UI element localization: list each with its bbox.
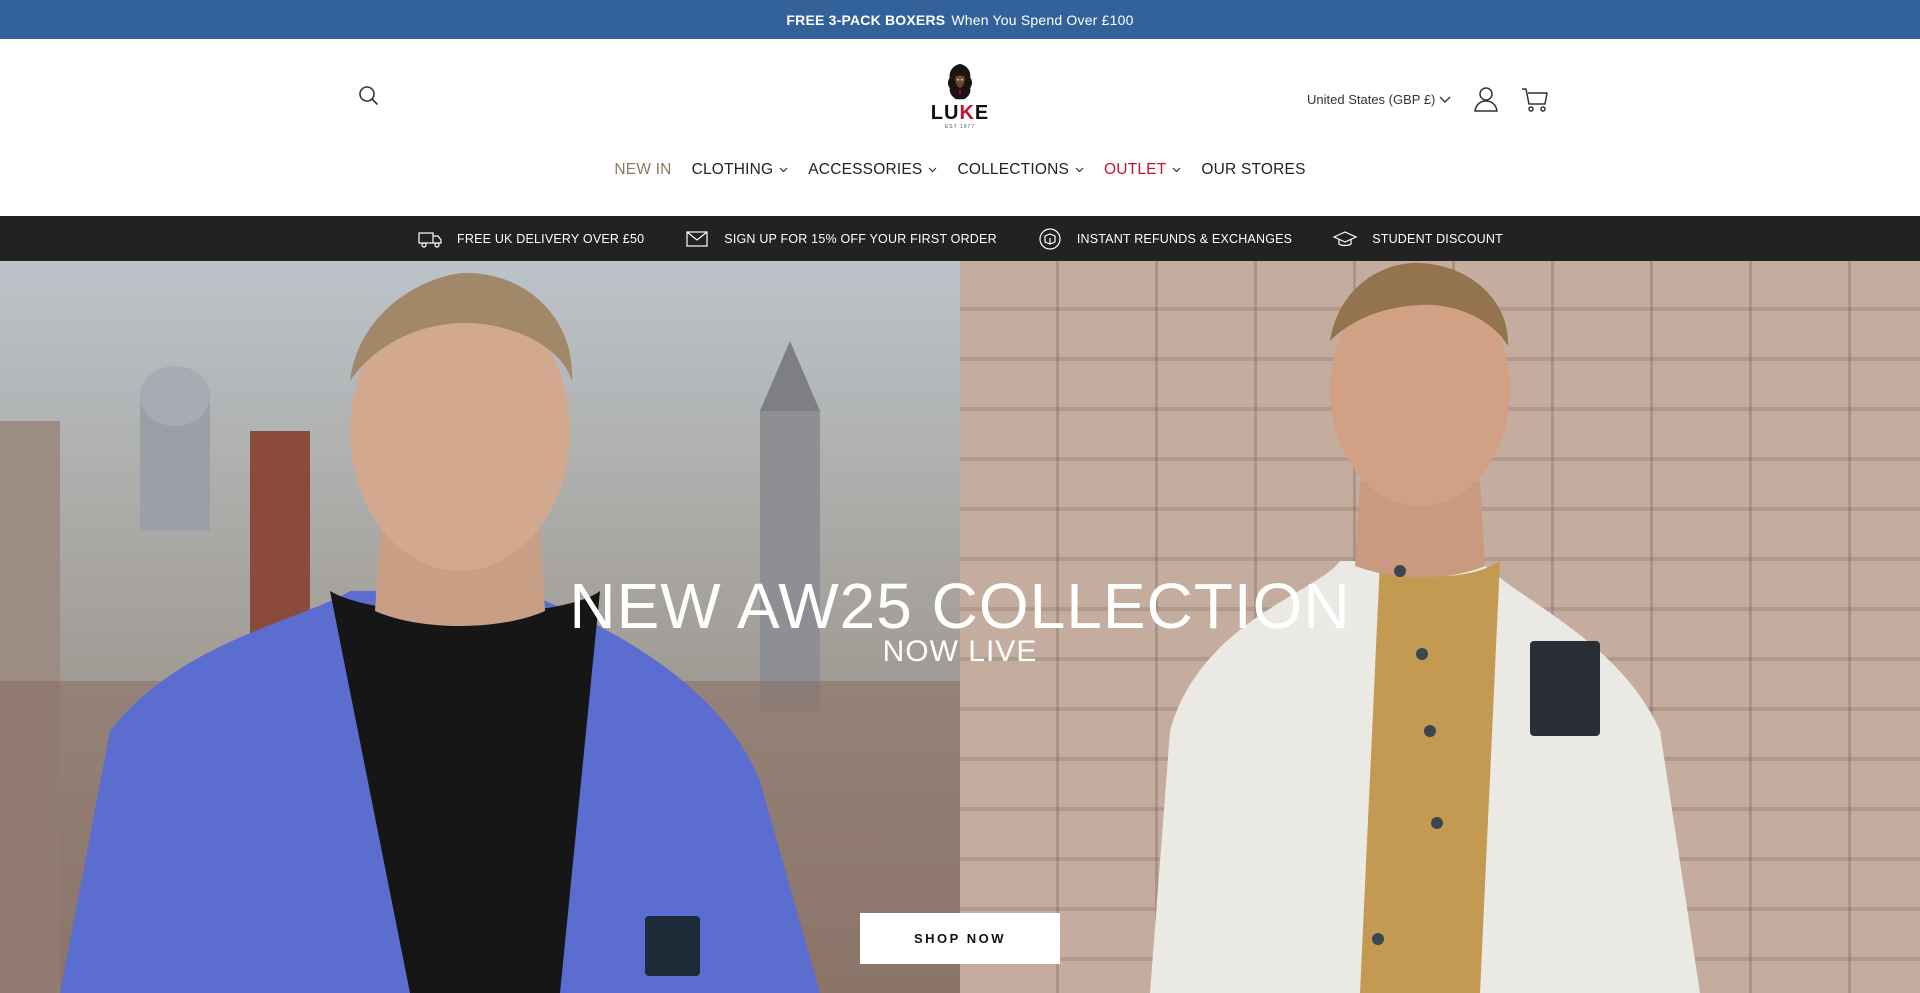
logo-wordmark-part: E [974,102,990,124]
logo-tagline: EST 1977 [944,124,976,130]
chevron-down-icon [779,167,788,173]
hero-subtitle: NOW LIVE [882,635,1038,668]
main-navigation: NEW IN CLOTHING ACCESSORIES COLLECTIONS … [0,161,1920,179]
announcement-bar[interactable]: FREE 3-PACK BOXERS When You Spend Over £… [0,0,1920,39]
chevron-down-icon [929,167,937,173]
announcement-text: When You Spend Over £100 [951,11,1134,28]
hero-title: NEW AW25 COLLECTION [569,570,1351,642]
nav-item-clothing[interactable]: CLOTHING [692,161,789,179]
user-icon [1474,87,1498,112]
search-button[interactable] [356,83,382,109]
shop-now-button[interactable]: SHOP NOW [860,913,1060,964]
cart-icon [1522,88,1548,112]
nav-label: COLLECTIONS [957,161,1070,178]
site-logo[interactable]: LUKE EST 1977 [930,62,990,130]
chevron-down-icon [1439,96,1451,103]
nav-item-accessories[interactable]: ACCESSORIES [808,161,937,179]
nav-label: NEW IN [614,161,672,178]
chevron-down-icon [1172,167,1181,173]
usp-label: STUDENT DISCOUNT [1372,231,1503,246]
nav-label: ACCESSORIES [808,161,923,178]
usp-label: FREE UK DELIVERY OVER £50 [457,231,645,246]
usp-item-refunds[interactable]: INSTANT REFUNDS & EXCHANGES [1037,227,1293,250]
nav-label: CLOTHING [691,161,774,178]
usp-item-signup[interactable]: SIGN UP FOR 15% OFF YOUR FIRST ORDER [684,228,997,250]
site-header: LUKE EST 1977 United States (GBP £) NEW … [0,39,1920,216]
account-button[interactable] [1472,85,1500,113]
box-return-icon [1039,227,1061,250]
usp-bar: FREE UK DELIVERY OVER £50 SIGN UP FOR 15… [0,216,1920,261]
graduation-cap-icon [1332,230,1358,246]
chevron-down-icon [1075,167,1084,173]
locale-label: United States (GBP £) [1307,92,1436,107]
lion-logo-icon [947,63,973,100]
nav-label: OUTLET [1104,161,1167,178]
nav-item-collections[interactable]: COLLECTIONS [957,161,1084,179]
usp-item-delivery[interactable]: FREE UK DELIVERY OVER £50 [417,228,644,250]
cart-button[interactable] [1520,85,1550,113]
usp-label: SIGN UP FOR 15% OFF YOUR FIRST ORDER [724,231,997,246]
country-currency-selector[interactable]: United States (GBP £) [1307,92,1451,107]
announcement-bold: FREE 3-PACK BOXERS [786,11,946,28]
nav-item-our-stores[interactable]: OUR STORES [1201,161,1305,179]
envelope-icon [686,230,708,247]
logo-wordmark: LUKE [931,103,989,123]
search-icon [359,86,378,105]
hero-banner[interactable]: NEW AW25 COLLECTION NOW LIVE SHOP NOW [0,261,1920,993]
logo-wordmark-accent: K [959,102,975,124]
usp-item-student[interactable]: STUDENT DISCOUNT [1332,228,1503,250]
usp-label: INSTANT REFUNDS & EXCHANGES [1076,231,1293,246]
nav-item-new-in[interactable]: NEW IN [614,161,671,179]
nav-label: OUR STORES [1201,161,1306,178]
logo-wordmark-part: LU [930,102,960,124]
truck-icon [418,231,442,248]
nav-item-outlet[interactable]: OUTLET [1104,161,1181,179]
